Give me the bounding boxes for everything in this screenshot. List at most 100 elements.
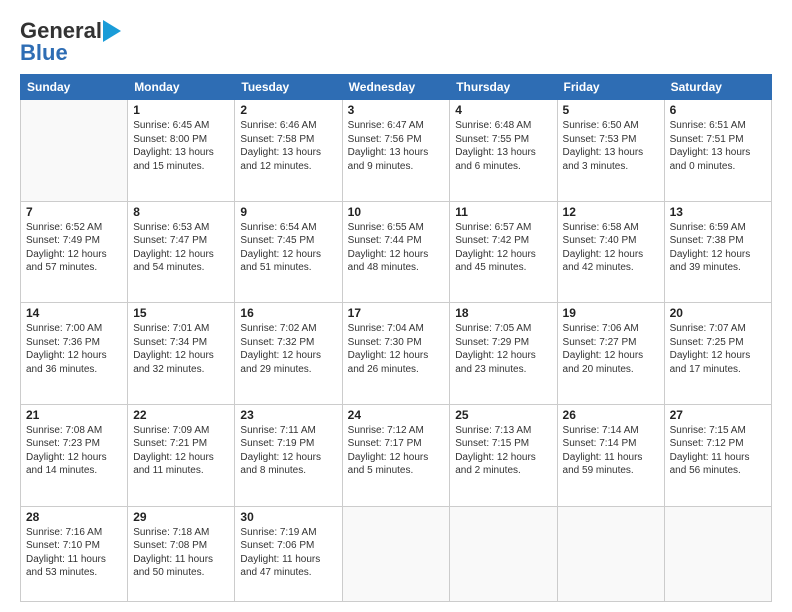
day-info: Sunrise: 7:14 AMSunset: 7:14 PMDaylight:… [563,424,659,478]
calendar-cell: 16 Sunrise: 7:02 AMSunset: 7:32 PMDayligh… [235,303,342,405]
day-info: Sunrise: 7:07 AMSunset: 7:25 PMDaylight:… [670,322,766,376]
calendar-cell: 19 Sunrise: 7:06 AMSunset: 7:27 PMDayligh… [557,303,664,405]
day-info: Sunrise: 7:01 AMSunset: 7:34 PMDaylight:… [133,322,229,376]
day-number: 17 [348,306,445,320]
calendar-cell: 3Sunrise: 6:47 AMSunset: 7:56 PMDaylight… [342,100,450,202]
day-number: 13 [670,205,766,219]
day-info: Sunrise: 7:16 AMSunset: 7:10 PMDaylight:… [26,526,122,580]
calendar-cell: 7 Sunrise: 6:52 AMSunset: 7:49 PMDaylight… [21,201,128,303]
calendar-header-row: SundayMondayTuesdayWednesdayThursdayFrid… [21,75,772,100]
day-number: 21 [26,408,122,422]
calendar-week-4: 21 Sunrise: 7:08 AMSunset: 7:23 PMDayligh… [21,404,772,506]
logo-arrow-icon [103,20,121,42]
calendar-cell: 28 Sunrise: 7:16 AMSunset: 7:10 PMDayligh… [21,506,128,602]
calendar-cell: 30 Sunrise: 7:19 AMSunset: 7:06 PMDayligh… [235,506,342,602]
day-info: Sunrise: 7:05 AMSunset: 7:29 PMDaylight:… [455,322,551,376]
calendar-cell: 14 Sunrise: 7:00 AMSunset: 7:36 PMDayligh… [21,303,128,405]
day-info: Sunrise: 7:13 AMSunset: 7:15 PMDaylight:… [455,424,551,478]
day-number: 27 [670,408,766,422]
calendar-header-saturday: Saturday [664,75,771,100]
day-number: 22 [133,408,229,422]
calendar-cell: 21 Sunrise: 7:08 AMSunset: 7:23 PMDayligh… [21,404,128,506]
day-info: Sunrise: 6:59 AMSunset: 7:38 PMDaylight:… [670,221,766,275]
day-info: Sunrise: 6:50 AMSunset: 7:53 PMDaylight:… [563,119,659,173]
calendar-cell: 6 Sunrise: 6:51 AMSunset: 7:51 PMDaylight… [664,100,771,202]
calendar-cell: 12 Sunrise: 6:58 AMSunset: 7:40 PMDayligh… [557,201,664,303]
calendar-cell: 11 Sunrise: 6:57 AMSunset: 7:42 PMDayligh… [450,201,557,303]
calendar-header-friday: Friday [557,75,664,100]
day-number: 23 [240,408,336,422]
calendar-cell: 25Sunrise: 7:13 AMSunset: 7:15 PMDayligh… [450,404,557,506]
calendar-cell: 17Sunrise: 7:04 AMSunset: 7:30 PMDayligh… [342,303,450,405]
day-info: Sunrise: 6:47 AMSunset: 7:56 PMDaylight:… [348,119,445,173]
day-number: 16 [240,306,336,320]
day-number: 8 [133,205,229,219]
calendar-cell: 15Sunrise: 7:01 AMSunset: 7:34 PMDayligh… [128,303,235,405]
logo-blue-text: Blue [20,40,68,66]
day-number: 19 [563,306,659,320]
calendar-header-tuesday: Tuesday [235,75,342,100]
day-number: 7 [26,205,122,219]
day-number: 29 [133,510,229,524]
calendar-header-sunday: Sunday [21,75,128,100]
calendar-cell: 9 Sunrise: 6:54 AMSunset: 7:45 PMDaylight… [235,201,342,303]
day-number: 12 [563,205,659,219]
day-info: Sunrise: 6:57 AMSunset: 7:42 PMDaylight:… [455,221,551,275]
day-info: Sunrise: 7:19 AMSunset: 7:06 PMDaylight:… [240,526,336,580]
calendar-cell: 13 Sunrise: 6:59 AMSunset: 7:38 PMDayligh… [664,201,771,303]
day-number: 14 [26,306,122,320]
calendar-cell: 26 Sunrise: 7:14 AMSunset: 7:14 PMDayligh… [557,404,664,506]
day-info: Sunrise: 6:52 AMSunset: 7:49 PMDaylight:… [26,221,122,275]
day-info: Sunrise: 7:15 AMSunset: 7:12 PMDaylight:… [670,424,766,478]
calendar-cell: 27 Sunrise: 7:15 AMSunset: 7:12 PMDayligh… [664,404,771,506]
calendar-table: SundayMondayTuesdayWednesdayThursdayFrid… [20,74,772,602]
day-number: 30 [240,510,336,524]
day-info: Sunrise: 7:06 AMSunset: 7:27 PMDaylight:… [563,322,659,376]
calendar-week-5: 28 Sunrise: 7:16 AMSunset: 7:10 PMDayligh… [21,506,772,602]
calendar-cell: 29 Sunrise: 7:18 AMSunset: 7:08 PMDayligh… [128,506,235,602]
calendar-week-2: 7 Sunrise: 6:52 AMSunset: 7:49 PMDaylight… [21,201,772,303]
day-number: 10 [348,205,445,219]
calendar-cell: 22 Sunrise: 7:09 AMSunset: 7:21 PMDayligh… [128,404,235,506]
day-info: Sunrise: 6:51 AMSunset: 7:51 PMDaylight:… [670,119,766,173]
calendar-cell: 18 Sunrise: 7:05 AMSunset: 7:29 PMDayligh… [450,303,557,405]
day-number: 9 [240,205,336,219]
day-info: Sunrise: 7:11 AMSunset: 7:19 PMDaylight:… [240,424,336,478]
day-info: Sunrise: 7:02 AMSunset: 7:32 PMDaylight:… [240,322,336,376]
day-info: Sunrise: 7:18 AMSunset: 7:08 PMDaylight:… [133,526,229,580]
day-info: Sunrise: 6:58 AMSunset: 7:40 PMDaylight:… [563,221,659,275]
day-number: 1 [133,103,229,117]
calendar-cell: 10 Sunrise: 6:55 AMSunset: 7:44 PMDayligh… [342,201,450,303]
calendar-week-3: 14 Sunrise: 7:00 AMSunset: 7:36 PMDayligh… [21,303,772,405]
day-number: 5 [563,103,659,117]
calendar-cell [342,506,450,602]
logo: General Blue [20,18,121,66]
day-number: 26 [563,408,659,422]
day-info: Sunrise: 7:08 AMSunset: 7:23 PMDaylight:… [26,424,122,478]
day-number: 18 [455,306,551,320]
calendar-cell: 8Sunrise: 6:53 AMSunset: 7:47 PMDaylight… [128,201,235,303]
day-info: Sunrise: 6:54 AMSunset: 7:45 PMDaylight:… [240,221,336,275]
day-number: 4 [455,103,551,117]
calendar-cell [21,100,128,202]
calendar-cell: 20 Sunrise: 7:07 AMSunset: 7:25 PMDayligh… [664,303,771,405]
page: General Blue SundayMondayTuesdayWednesda… [0,0,792,612]
day-number: 20 [670,306,766,320]
day-number: 6 [670,103,766,117]
calendar-cell: 23 Sunrise: 7:11 AMSunset: 7:19 PMDayligh… [235,404,342,506]
calendar-cell: 1Sunrise: 6:45 AMSunset: 8:00 PMDaylight… [128,100,235,202]
calendar-cell: 4 Sunrise: 6:48 AMSunset: 7:55 PMDaylight… [450,100,557,202]
day-info: Sunrise: 7:12 AMSunset: 7:17 PMDaylight:… [348,424,445,478]
calendar-cell: 5 Sunrise: 6:50 AMSunset: 7:53 PMDaylight… [557,100,664,202]
calendar-header-monday: Monday [128,75,235,100]
day-number: 28 [26,510,122,524]
day-info: Sunrise: 6:55 AMSunset: 7:44 PMDaylight:… [348,221,445,275]
calendar-cell: 24Sunrise: 7:12 AMSunset: 7:17 PMDayligh… [342,404,450,506]
day-info: Sunrise: 6:48 AMSunset: 7:55 PMDaylight:… [455,119,551,173]
day-number: 2 [240,103,336,117]
day-number: 11 [455,205,551,219]
day-info: Sunrise: 7:00 AMSunset: 7:36 PMDaylight:… [26,322,122,376]
calendar-header-thursday: Thursday [450,75,557,100]
day-info: Sunrise: 6:46 AMSunset: 7:58 PMDaylight:… [240,119,336,173]
day-info: Sunrise: 7:09 AMSunset: 7:21 PMDaylight:… [133,424,229,478]
